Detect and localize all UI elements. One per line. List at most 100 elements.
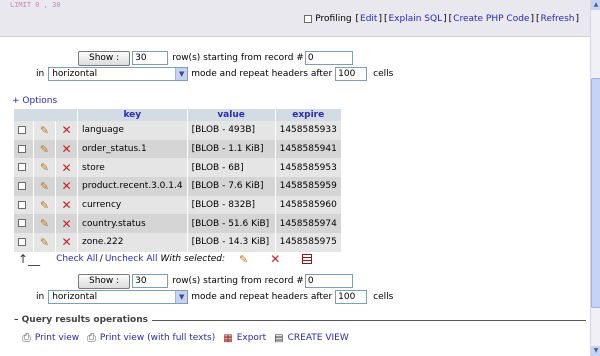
chevron-down-icon: ▼: [175, 291, 188, 303]
delete-icon[interactable]: ✕: [61, 235, 71, 249]
cell-key: currency: [77, 195, 188, 215]
print-view-full-link[interactable]: Print view (with full texts): [100, 333, 215, 343]
table-row: ✎ ✕ currency [BLOB - 832B] 1458585960: [14, 195, 342, 215]
print-view-link[interactable]: Print view: [35, 333, 79, 343]
profiling-checkbox[interactable]: [304, 15, 313, 23]
cell-value[interactable]: [BLOB - 51.6 KiB]: [187, 214, 276, 234]
cell-expire: 1458585959: [275, 177, 342, 196]
nav-top-show-row: Show : 30 row(s) starting from record # …: [78, 50, 353, 66]
rows-input-bottom[interactable]: 30: [132, 274, 169, 288]
column-header-key[interactable]: key: [77, 109, 188, 121]
cell-value[interactable]: [BLOB - 493B]: [187, 121, 276, 140]
cell-key: product.recent.3.0.1.4: [77, 177, 188, 196]
pencil-icon[interactable]: ✎: [40, 143, 49, 156]
delete-icon[interactable]: ✕: [61, 179, 71, 193]
rows-input-top[interactable]: 30: [132, 51, 169, 65]
nav-bottom-show-row: Show : 30 row(s) starting from record # …: [78, 273, 353, 289]
separator-slash: /: [99, 254, 103, 264]
display-mode-select-bottom[interactable]: horizontal ▼: [48, 290, 189, 304]
export-icon: ▦: [223, 332, 233, 344]
pencil-icon[interactable]: ✎: [40, 236, 49, 249]
row-checkbox[interactable]: [18, 125, 26, 134]
column-header-expire[interactable]: expire: [275, 109, 342, 121]
cell-key: zone.222: [77, 233, 188, 252]
options-link[interactable]: + Options: [12, 96, 57, 106]
rows-text-bottom: row(s) starting from record #: [172, 276, 304, 286]
delete-icon[interactable]: ✕: [61, 198, 71, 212]
cell-value[interactable]: [BLOB - 14.3 KiB]: [187, 233, 276, 252]
vertical-scrollbar[interactable]: ▲ ▼: [590, 0, 600, 356]
cell-expire: 1458585974: [275, 214, 342, 234]
cell-value[interactable]: [BLOB - 7.6 KiB]: [187, 177, 276, 196]
cell-key: order_status.1: [77, 139, 188, 159]
edit-link[interactable]: Edit: [360, 14, 377, 24]
sql-query-box: LIMIT 0 , 30 Profiling [Edit] [Explain S…: [0, 0, 590, 37]
cell-value[interactable]: [BLOB - 6B]: [187, 158, 276, 178]
row-checkbox[interactable]: [18, 144, 26, 153]
table-row: ✎ ✕ zone.222 [BLOB - 14.3 KiB] 145858597…: [14, 233, 342, 252]
create-view-link[interactable]: CREATE VIEW: [288, 333, 349, 343]
cell-key: country.status: [77, 214, 188, 234]
pencil-icon[interactable]: ✎: [40, 180, 49, 193]
cell-key: language: [77, 121, 188, 140]
profiling-row: Profiling [Edit] [Explain SQL] [Create P…: [304, 14, 580, 24]
printer-icon: ⎙: [22, 331, 31, 344]
nav-bottom-mode-row: in horizontal ▼ mode and repeat headers …: [36, 289, 393, 305]
column-header-value[interactable]: value: [187, 109, 276, 121]
row-checkbox[interactable]: [18, 181, 26, 190]
explain-sql-link[interactable]: Explain SQL: [389, 14, 443, 24]
nav-top-mode-row: in horizontal ▼ mode and repeat headers …: [36, 66, 393, 82]
uncheck-all-link[interactable]: Uncheck All: [105, 254, 158, 264]
start-record-input-bottom[interactable]: 0: [304, 274, 353, 288]
scroll-up-icon[interactable]: ▲: [591, 0, 600, 10]
cells-label-top: cells: [373, 69, 394, 79]
cell-value[interactable]: [BLOB - 832B]: [187, 195, 276, 215]
table-row: ✎ ✕ order_status.1 [BLOB - 1.1 KiB] 1458…: [14, 139, 342, 159]
scroll-down-icon[interactable]: ▼: [591, 346, 600, 356]
mode-text-top: mode and repeat headers after: [191, 69, 333, 79]
row-checkbox[interactable]: [18, 200, 26, 209]
show-button-bottom[interactable]: Show :: [78, 273, 131, 289]
display-mode-select-top[interactable]: horizontal ▼: [48, 67, 189, 81]
results-table: key value expire ✎ ✕ language [BLOB - 49…: [14, 109, 342, 252]
delete-icon[interactable]: ✕: [61, 142, 71, 156]
show-button-top[interactable]: Show :: [78, 50, 131, 66]
cell-expire: 1458585941: [275, 139, 342, 159]
row-checkbox[interactable]: [18, 237, 26, 246]
start-record-input-top[interactable]: 0: [304, 51, 353, 65]
pencil-icon[interactable]: ✎: [40, 199, 49, 212]
pencil-icon[interactable]: ✎: [40, 161, 49, 174]
arrow-up-icon: ↑__: [18, 252, 41, 266]
delete-icon[interactable]: ✕: [61, 217, 71, 231]
repeat-headers-input-top[interactable]: 100: [335, 67, 368, 81]
repeat-headers-input-bottom[interactable]: 100: [335, 290, 368, 304]
in-label-top: in: [36, 69, 45, 79]
mode-text-bottom: mode and repeat headers after: [191, 292, 333, 302]
cell-value[interactable]: [BLOB - 1.1 KiB]: [187, 139, 276, 159]
table-row: ✎ ✕ product.recent.3.0.1.4 [BLOB - 7.6 K…: [14, 177, 342, 196]
pencil-icon[interactable]: ✎: [40, 124, 49, 137]
cells-label-bottom: cells: [373, 292, 394, 302]
export-link[interactable]: Export: [237, 333, 266, 343]
check-all-link[interactable]: Check All: [56, 254, 98, 264]
row-checkbox[interactable]: [18, 219, 26, 228]
refresh-link[interactable]: Refresh: [540, 14, 574, 24]
in-label-bottom: in: [36, 292, 45, 302]
cell-expire: 1458585953: [275, 158, 342, 178]
table-row: ✎ ✕ language [BLOB - 493B] 1458585933: [14, 121, 342, 140]
create-view-icon: ▤: [274, 332, 284, 344]
pencil-icon[interactable]: ✎: [239, 253, 248, 266]
delete-icon[interactable]: ✕: [270, 252, 280, 266]
pencil-icon[interactable]: ✎: [40, 217, 49, 230]
delete-icon[interactable]: ✕: [61, 161, 71, 175]
printer-icon: ⎙: [87, 331, 96, 344]
display-mode-value-bottom: horizontal: [52, 292, 98, 302]
multi-action-row: ↑__ Check All / Uncheck All With selecte…: [18, 252, 313, 266]
cell-expire: 1458585933: [275, 121, 342, 140]
create-php-code-link[interactable]: Create PHP Code: [453, 14, 529, 24]
scrollbar-thumb[interactable]: [591, 78, 600, 308]
table-icon[interactable]: [302, 254, 313, 264]
cell-key: store: [77, 158, 188, 178]
delete-icon[interactable]: ✕: [61, 123, 71, 137]
row-checkbox[interactable]: [18, 163, 26, 172]
